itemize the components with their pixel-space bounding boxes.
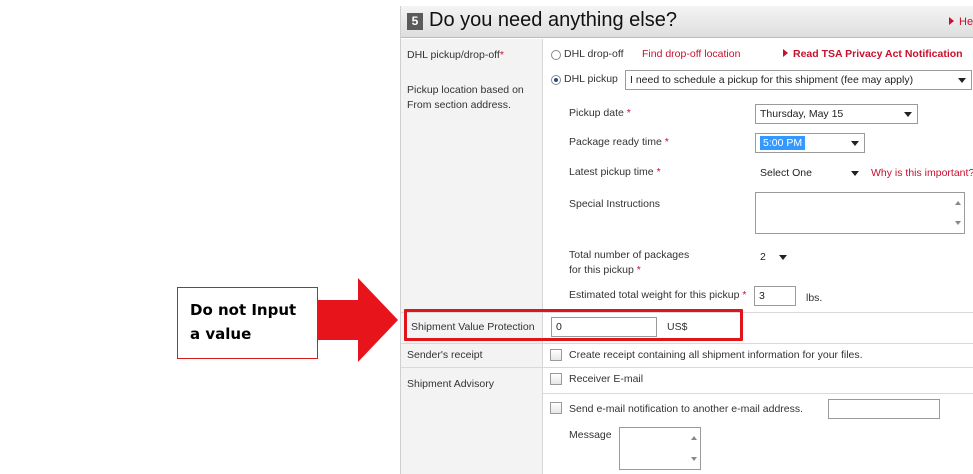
value-protection-highlight bbox=[404, 309, 743, 341]
latest-time-select[interactable]: Select One bbox=[755, 163, 865, 183]
pickup-radio[interactable] bbox=[551, 75, 561, 85]
receiver-email-checkbox[interactable] bbox=[550, 373, 562, 385]
packages-label-line-2: for this pickup * bbox=[569, 264, 641, 276]
chevron-down-icon bbox=[779, 255, 787, 260]
scroll-up-icon bbox=[691, 436, 697, 440]
red-arrow-icon bbox=[318, 278, 398, 362]
dropoff-radio[interactable] bbox=[551, 50, 561, 60]
pickup-location-note-2: From section address. bbox=[407, 99, 511, 111]
pickup-location-note-1: Pickup location based on bbox=[407, 84, 524, 96]
annotation-callout: Do not Input a value bbox=[177, 287, 318, 359]
pickup-dropoff-label: DHL pickup/drop-off* bbox=[407, 49, 504, 61]
weight-label: Estimated total weight for this pickup * bbox=[569, 289, 747, 301]
pickup-date-select[interactable]: Thursday, May 15 bbox=[755, 104, 918, 124]
callout-line-2: a value bbox=[190, 325, 252, 343]
arrow-right-icon bbox=[949, 17, 954, 25]
pickup-type-select[interactable]: I need to schedule a pickup for this shi… bbox=[625, 70, 972, 90]
ready-time-select[interactable]: 5:00 PM bbox=[755, 133, 865, 153]
chevron-down-icon bbox=[851, 171, 859, 176]
package-count-select[interactable]: 2 bbox=[755, 247, 793, 267]
why-important-link[interactable]: Why is this important? bbox=[871, 167, 973, 179]
message-label: Message bbox=[569, 429, 612, 441]
tsa-privacy-link[interactable]: Read TSA Privacy Act Notification bbox=[783, 48, 963, 60]
another-email-label: Send e-mail notification to another e-ma… bbox=[569, 403, 804, 415]
ready-time-label: Package ready time * bbox=[569, 136, 669, 148]
dropoff-option-label: DHL drop-off bbox=[564, 48, 624, 60]
divider bbox=[401, 367, 973, 368]
packages-label-line-1: Total number of packages bbox=[569, 249, 690, 261]
section-header: 5 Do you need anything else? Help bbox=[401, 6, 973, 38]
pickup-option-label: DHL pickup bbox=[564, 73, 618, 85]
receipt-text: Create receipt containing all shipment i… bbox=[569, 349, 863, 361]
receipt-checkbox[interactable] bbox=[550, 349, 562, 361]
latest-time-label: Latest pickup time * bbox=[569, 166, 661, 178]
shipment-advisory-label: Shipment Advisory bbox=[407, 378, 494, 390]
weight-input[interactable]: 3 bbox=[754, 286, 796, 306]
callout-line-1: Do not Input bbox=[190, 301, 297, 319]
another-email-checkbox[interactable] bbox=[550, 402, 562, 414]
help-link[interactable]: Help bbox=[949, 16, 973, 28]
scroll-down-icon bbox=[691, 457, 697, 461]
scroll-up-icon bbox=[955, 201, 961, 205]
divider bbox=[543, 393, 973, 394]
special-instructions-label: Special Instructions bbox=[569, 198, 661, 210]
message-textarea[interactable] bbox=[619, 427, 701, 470]
find-dropoff-link[interactable]: Find drop-off location bbox=[642, 48, 740, 60]
pickup-date-label: Pickup date * bbox=[569, 107, 631, 119]
arrow-right-icon bbox=[783, 49, 788, 57]
divider bbox=[401, 343, 973, 344]
scroll-down-icon bbox=[955, 221, 961, 225]
chevron-down-icon bbox=[904, 112, 912, 117]
receiver-email-label: Receiver E-mail bbox=[569, 373, 644, 385]
step-number: 5 bbox=[407, 13, 423, 30]
chevron-down-icon bbox=[958, 78, 966, 83]
weight-unit: lbs. bbox=[806, 292, 823, 304]
special-instructions-textarea[interactable] bbox=[755, 192, 965, 234]
section-title: Do you need anything else? bbox=[429, 9, 677, 31]
another-email-input[interactable] bbox=[828, 399, 940, 419]
chevron-down-icon bbox=[851, 141, 859, 146]
shipment-options-panel: 5 Do you need anything else? Help DHL pi… bbox=[400, 6, 973, 474]
senders-receipt-label: Sender's receipt bbox=[407, 349, 483, 361]
